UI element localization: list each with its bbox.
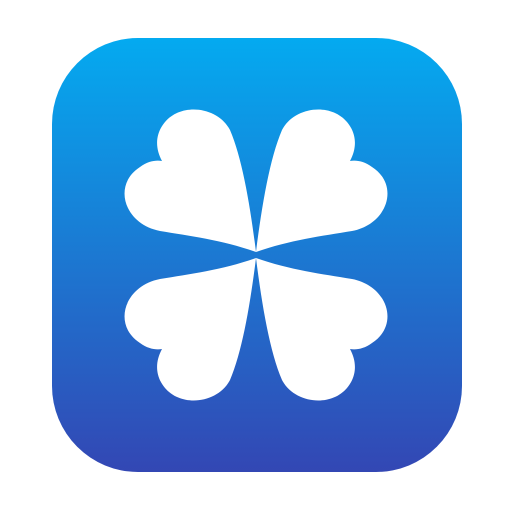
clover-app-icon-graphic <box>52 38 462 472</box>
canvas <box>0 0 512 512</box>
icon-background <box>52 38 462 472</box>
app-icon[interactable] <box>52 38 462 472</box>
